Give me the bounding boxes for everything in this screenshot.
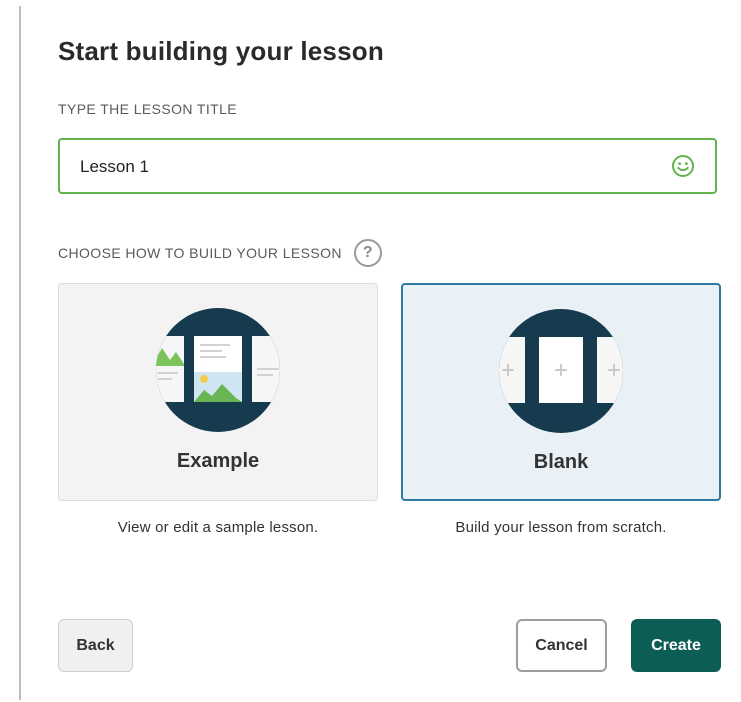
smile-icon: [672, 155, 694, 177]
example-option-title: Example: [176, 450, 260, 472]
create-button[interactable]: Create: [631, 619, 721, 672]
blank-option-card[interactable]: Blank: [401, 283, 721, 501]
example-option-card[interactable]: Example: [58, 283, 378, 501]
example-lesson-icon: [156, 308, 280, 432]
question-mark-icon[interactable]: ?: [353, 239, 382, 267]
cancel-button[interactable]: Cancel: [516, 619, 607, 672]
build-method-label: CHOOSE HOW TO BUILD YOUR LESSON ?: [58, 239, 382, 267]
lesson-title-label: TYPE THE LESSON TITLE: [58, 101, 238, 117]
lesson-title-input[interactable]: [78, 140, 652, 194]
back-button[interactable]: Back: [58, 619, 133, 672]
blank-option-description: Build your lesson from scratch.: [455, 519, 667, 536]
build-method-label-text: CHOOSE HOW TO BUILD YOUR LESSON: [58, 245, 342, 261]
blank-option-title: Blank: [533, 451, 589, 473]
lesson-title-field[interactable]: [58, 138, 717, 194]
blank-lesson-icon: [499, 309, 623, 433]
example-option-description: View or edit a sample lesson.: [117, 519, 319, 536]
dialog-title: Start building your lesson: [58, 36, 384, 66]
window-edge: [19, 6, 21, 700]
